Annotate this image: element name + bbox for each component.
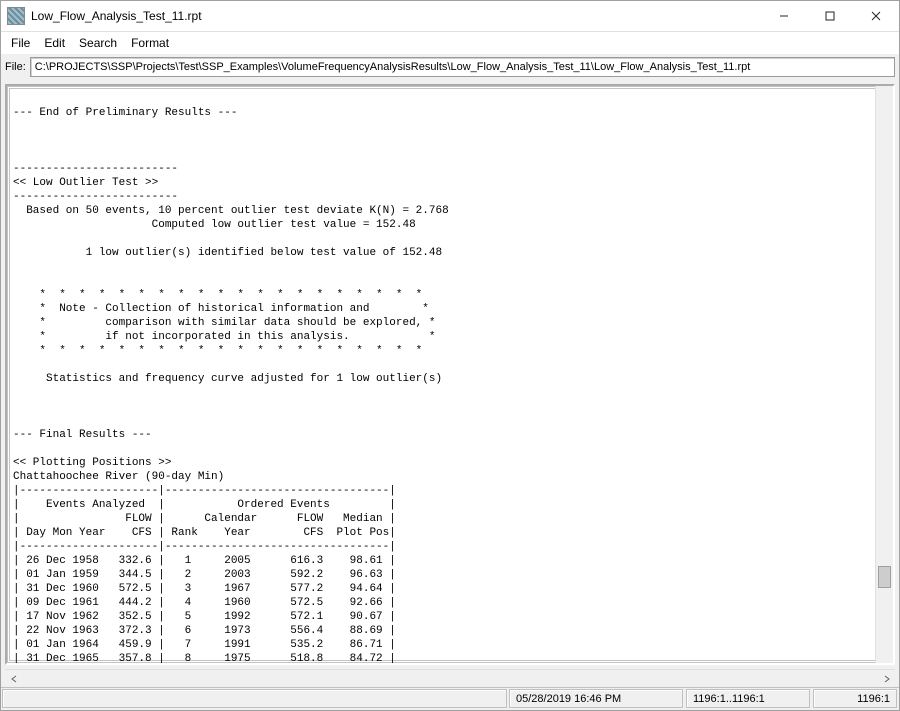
- statusbar: 05/28/2019 16:46 PM 1196:1..1196:1 1196:…: [1, 687, 899, 710]
- menu-file[interactable]: File: [5, 34, 36, 52]
- close-icon: [871, 11, 881, 21]
- status-timestamp: 05/28/2019 16:46 PM: [509, 689, 683, 708]
- menu-edit[interactable]: Edit: [38, 34, 71, 52]
- maximize-button[interactable]: [807, 1, 853, 31]
- close-button[interactable]: [853, 1, 899, 31]
- file-label: File:: [5, 61, 26, 73]
- hscroll-track[interactable]: [22, 670, 878, 687]
- titlebar[interactable]: Low_Flow_Analysis_Test_11.rpt: [1, 1, 899, 32]
- window-title: Low_Flow_Analysis_Test_11.rpt: [31, 9, 761, 23]
- horizontal-scrollbar[interactable]: [5, 669, 895, 687]
- menubar: File Edit Search Format: [1, 32, 899, 54]
- menu-format[interactable]: Format: [125, 34, 175, 52]
- file-path-field[interactable]: C:\PROJECTS\SSP\Projects\Test\SSP_Exampl…: [30, 57, 895, 77]
- scroll-left-arrow[interactable]: [5, 670, 22, 687]
- status-spacer: [2, 689, 507, 708]
- chevron-right-icon: [883, 675, 891, 683]
- chevron-left-icon: [10, 675, 18, 683]
- scroll-right-arrow[interactable]: [878, 670, 895, 687]
- menu-search[interactable]: Search: [73, 34, 123, 52]
- minimize-icon: [779, 11, 789, 21]
- app-icon: [7, 7, 25, 25]
- status-selection: 1196:1..1196:1: [686, 689, 810, 708]
- app-window: Low_Flow_Analysis_Test_11.rpt File Edit …: [0, 0, 900, 711]
- maximize-icon: [825, 11, 835, 21]
- vertical-scrollbar[interactable]: [875, 86, 893, 663]
- content-frame: --- End of Preliminary Results --- -----…: [5, 84, 895, 665]
- status-cursor: 1196:1: [813, 689, 897, 708]
- file-path-row: File: C:\PROJECTS\SSP\Projects\Test\SSP_…: [1, 54, 899, 80]
- scroll-thumb[interactable]: [878, 566, 891, 588]
- minimize-button[interactable]: [761, 1, 807, 31]
- report-text-area[interactable]: --- End of Preliminary Results --- -----…: [7, 86, 875, 663]
- window-controls: [761, 1, 899, 31]
